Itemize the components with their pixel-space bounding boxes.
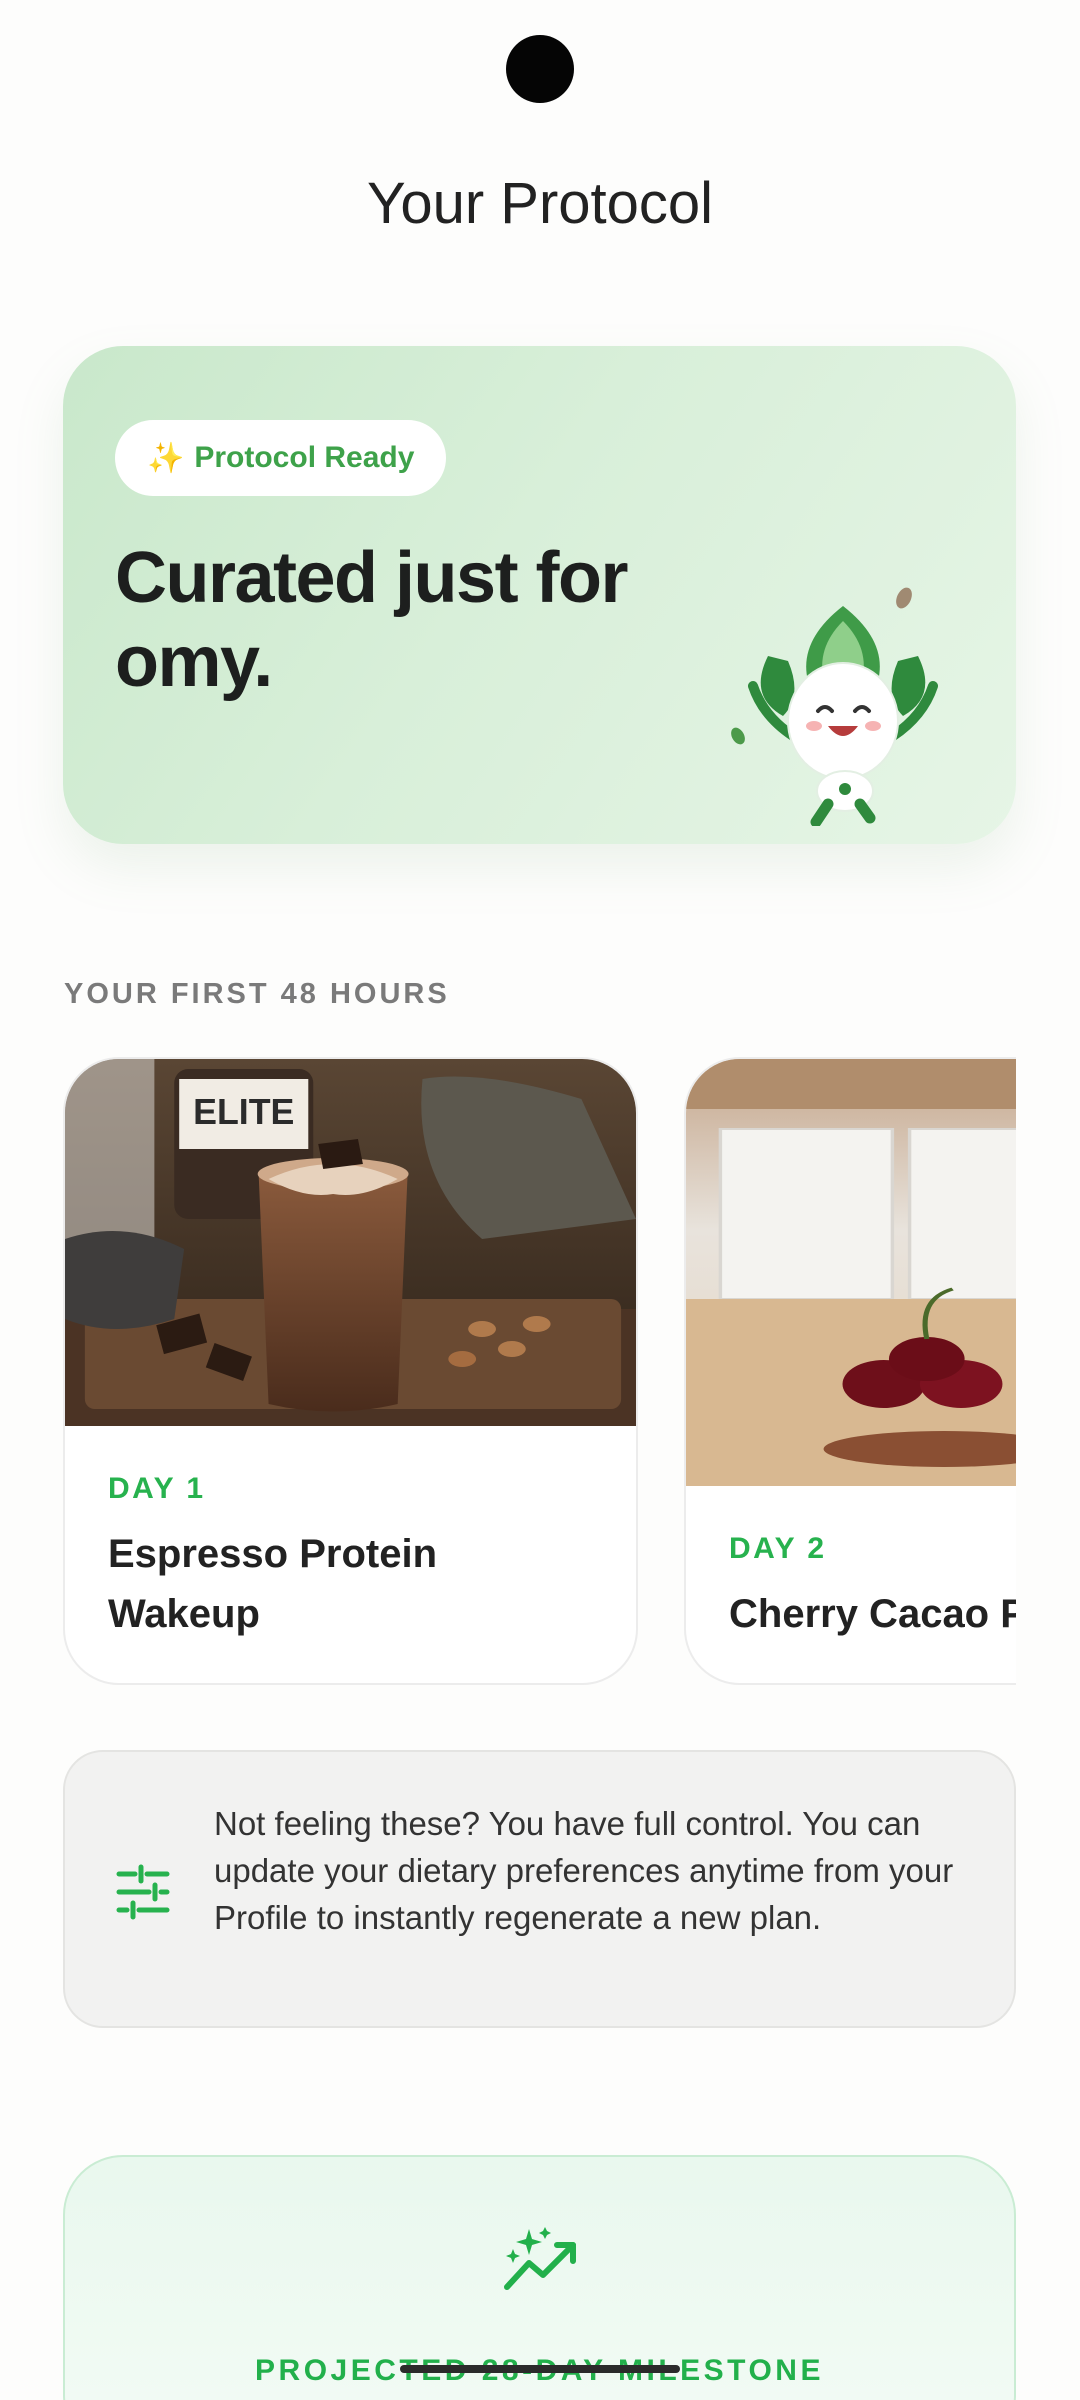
sprout-mascot-icon — [731, 587, 938, 826]
sparkles-icon: ✨ — [147, 441, 185, 475]
meal-day-label: DAY 2 — [729, 1532, 827, 1565]
info-text: Not feeling these? You have full control… — [214, 1805, 954, 1936]
meal-carousel[interactable]: ELITE DAY 1 Espresso Protein Wakeup DAY … — [63, 1057, 1016, 1687]
espresso-shake-image: ELITE — [65, 1059, 636, 1426]
meal-card-day-2[interactable]: DAY 2 Cherry Cacao Protein — [684, 1057, 1016, 1685]
screen: Your Protocol ✨ Protocol Ready Curated j… — [0, 0, 1080, 2400]
meal-name: Espresso Protein Wakeup — [108, 1532, 438, 1636]
meal-day-label: DAY 1 — [108, 1472, 206, 1505]
section-label: YOUR FIRST 48 HOURS — [64, 978, 450, 1010]
page-title: Your Protocol — [366, 171, 714, 236]
meal-name: Cherry Cacao Protein — [729, 1592, 1016, 1636]
cherry-cacao-image — [686, 1059, 1016, 1486]
hero-heading: Curated just for omy. — [115, 538, 629, 702]
trend-sparkle-icon — [504, 2227, 576, 2290]
home-indicator[interactable] — [400, 2365, 680, 2373]
sliders-icon — [116, 1864, 170, 1920]
meal-card-day-1[interactable]: ELITE DAY 1 Espresso Protein Wakeup — [63, 1057, 638, 1685]
protocol-hero-card: ✨ Protocol Ready Curated just for omy. — [63, 346, 1016, 844]
protocol-ready-badge: ✨ Protocol Ready — [115, 420, 447, 496]
svg-text:ELITE: ELITE — [193, 1092, 294, 1132]
badge-label: Protocol Ready — [194, 441, 415, 474]
camera-cutout — [506, 35, 574, 103]
milestone-card[interactable]: PROJECTED 28-DAY MILESTONE — [63, 2155, 1016, 2400]
preferences-info-box: Not feeling these? You have full control… — [63, 1750, 1016, 2028]
